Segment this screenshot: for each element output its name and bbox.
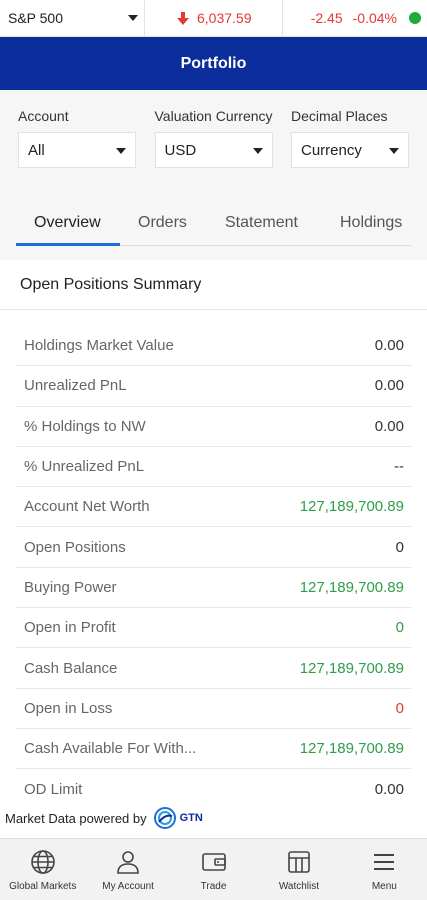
currency-select[interactable]: USD [154, 132, 273, 168]
watchlist-icon [288, 851, 310, 873]
tab-orders[interactable]: Orders [138, 214, 187, 232]
summary-row-value: 0 [395, 699, 404, 717]
chevron-down-icon [116, 148, 126, 154]
tab-statement[interactable]: Statement [225, 214, 298, 232]
gtn-logo-text: GTN [179, 812, 203, 824]
bottom-nav: Global Markets My Account Trade Watchlis… [0, 838, 427, 900]
summary-row-value: 0 [395, 538, 404, 556]
nav-label: Trade [200, 881, 227, 892]
decimal-select[interactable]: Currency [291, 132, 409, 168]
chevron-down-icon [389, 148, 399, 154]
summary-row: Unrealized PnL 0.00 [16, 366, 412, 407]
nav-label: Menu [371, 881, 397, 892]
nav-menu[interactable]: Menu [342, 839, 427, 900]
active-tab-indicator [16, 243, 120, 246]
portfolio-tabs: Overview Orders Statement Holdings [0, 188, 427, 260]
market-status-dot [409, 12, 421, 24]
filter-bar: Account All Valuation Currency USD Decim… [0, 90, 427, 188]
summary-row: OD Limit 0.00 [16, 769, 412, 809]
decimal-filter: Decimal Places Currency [291, 108, 409, 188]
summary-row: % Unrealized PnL -- [16, 447, 412, 488]
summary-row-value: 127,189,700.89 [299, 740, 404, 758]
summary-row-value: 0.00 [374, 337, 404, 355]
decimal-select-value: Currency [301, 141, 362, 159]
summary-row-label: Open Positions [24, 538, 126, 556]
currency-filter-label: Valuation Currency [154, 108, 273, 124]
summary-row-value: 0.00 [374, 377, 404, 395]
currency-select-value: USD [164, 141, 197, 159]
nav-watchlist[interactable]: Watchlist [256, 839, 341, 900]
summary-row-value: 127,189,700.89 [299, 578, 404, 596]
nav-global-markets[interactable]: Global Markets [0, 839, 85, 900]
summary-row-value: -- [394, 458, 404, 476]
summary-row: Cash Available For With... 127,189,700.89 [16, 729, 412, 770]
index-selector[interactable]: S&P 500 [0, 0, 145, 36]
summary-row: % Holdings to NW 0.00 [16, 407, 412, 447]
summary-row-value: 0 [395, 619, 404, 637]
index-price: 6,037.59 [145, 0, 283, 36]
nav-my-account[interactable]: My Account [85, 839, 170, 900]
section-title: Open Positions Summary [0, 260, 427, 310]
account-select-value: All [28, 141, 45, 159]
chevron-down-icon [252, 148, 263, 154]
nav-label: Global Markets [9, 881, 77, 892]
change-pct: -0.04% [352, 10, 397, 26]
summary-row: Buying Power 127,189,700.89 [16, 568, 412, 609]
menu-icon [374, 854, 395, 870]
powered-by: Market Data powered by GTN [5, 806, 203, 830]
summary-row-label: % Unrealized PnL [24, 458, 145, 476]
index-change: -2.45 -0.04% [283, 0, 427, 36]
index-name: S&P 500 [8, 10, 64, 26]
summary-row-label: OD Limit [24, 780, 83, 798]
nav-label: Watchlist [278, 881, 320, 892]
user-icon [117, 851, 139, 874]
tab-holdings[interactable]: Holdings [340, 214, 402, 232]
summary-row: Cash Balance 127,189,700.89 [16, 648, 412, 689]
account-select[interactable]: All [18, 132, 136, 168]
summary-list: Holdings Market Value 0.00 Unrealized PnL 0… [16, 326, 412, 810]
summary-row-label: Holdings Market Value [24, 337, 174, 355]
summary-row-value: 0.00 [374, 417, 404, 435]
tab-row: Overview Orders Statement Holdings [16, 188, 411, 246]
nav-label: My Account [102, 881, 154, 892]
change-value: -2.45 [310, 10, 343, 26]
summary-row-value: 0.00 [374, 780, 404, 798]
summary-row-label: Account Net Worth [24, 498, 150, 516]
currency-filter: Valuation Currency USD [154, 108, 273, 188]
summary-row-label: % Holdings to NW [24, 417, 146, 435]
summary-row-value: 127,189,700.89 [299, 659, 404, 677]
tab-overview[interactable]: Overview [34, 214, 101, 232]
wallet-icon [201, 853, 226, 871]
page-title: Portfolio [180, 54, 247, 72]
summary-row-value: 127,189,700.89 [299, 498, 404, 516]
gtn-logo: GTN [153, 806, 203, 830]
price-value: 6,037.59 [197, 10, 252, 26]
summary-row: Open in Profit 0 [16, 608, 412, 649]
arrow-down-icon [177, 11, 189, 25]
nav-trade[interactable]: Trade [171, 839, 256, 900]
summary-row-label: Cash Available For With... [24, 740, 197, 758]
powered-by-text: Market Data powered by [5, 810, 147, 826]
decimal-filter-label: Decimal Places [291, 108, 388, 124]
summary-row: Holdings Market Value 0.00 [16, 326, 412, 367]
summary-row-label: Open in Profit [24, 619, 116, 637]
gtn-logo-icon [153, 807, 176, 829]
summary-row: Open in Loss 0 [16, 689, 412, 729]
ticker-bar: S&P 500 6,037.59 -2.45 -0.04% [0, 0, 427, 37]
chevron-down-icon [128, 15, 138, 21]
summary-row: Open Positions 0 [16, 527, 412, 568]
page-header: Portfolio [0, 37, 427, 90]
summary-row-label: Cash Balance [24, 659, 118, 677]
summary-row-label: Open in Loss [24, 699, 113, 717]
globe-icon [30, 850, 55, 874]
summary-row-label: Unrealized PnL [24, 377, 127, 395]
summary-row-label: Buying Power [24, 578, 117, 596]
summary-row: Account Net Worth 127,189,700.89 [16, 487, 412, 528]
account-filter: Account All [18, 108, 136, 188]
account-filter-label: Account [18, 108, 69, 124]
